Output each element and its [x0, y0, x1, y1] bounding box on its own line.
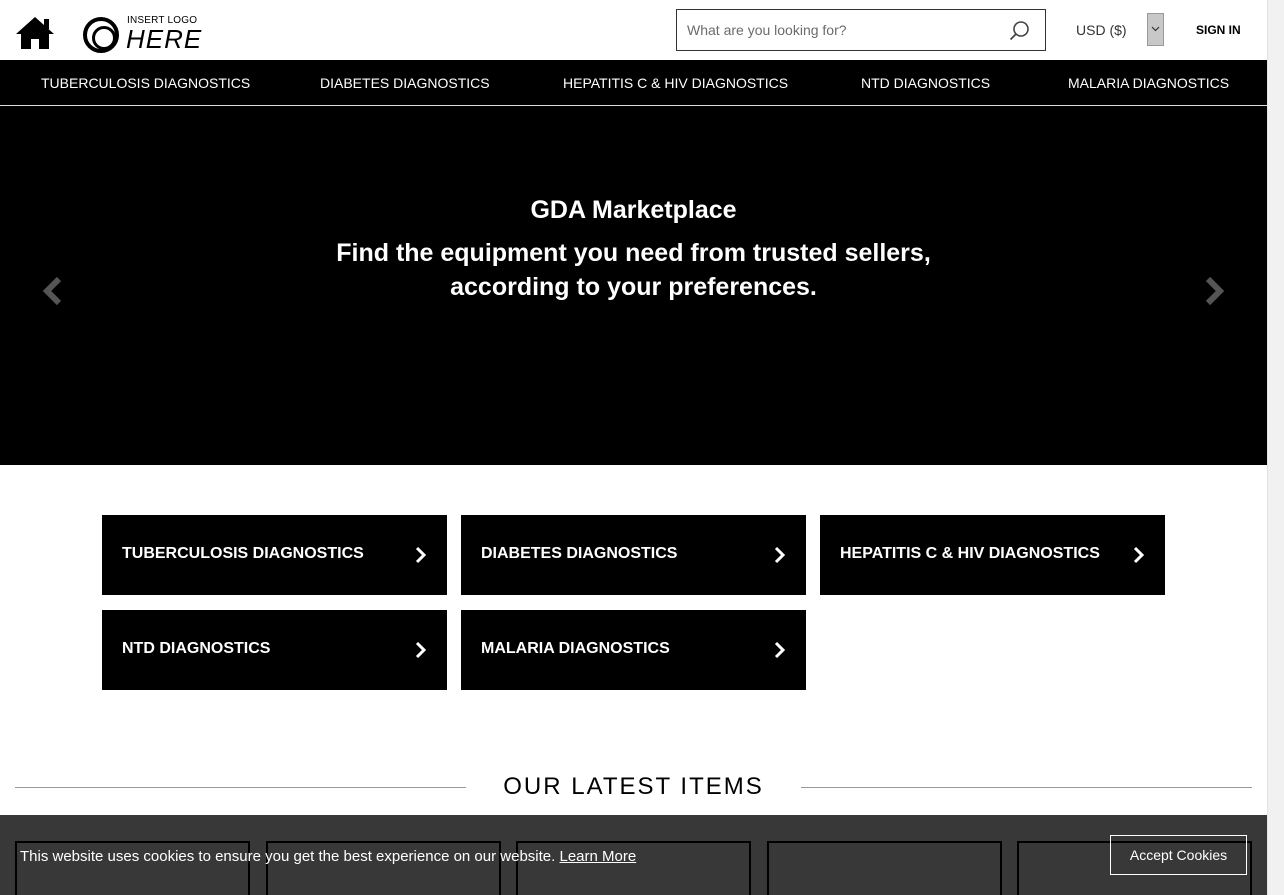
- hero-subtitle: Find the equipment you need from trusted…: [336, 239, 931, 301]
- main-nav: TUBERCULOSIS DIAGNOSTICS DIABETES DIAGNO…: [0, 60, 1267, 106]
- divider-right: [801, 787, 1252, 788]
- site-header: INSERT LOGO HERE USD ($) SIGN IN: [0, 0, 1267, 60]
- chevron-right-icon: [774, 641, 786, 659]
- carousel-prev-icon[interactable]: [41, 276, 65, 306]
- category-tile-malaria[interactable]: MALARIA DIAGNOSTICS: [461, 610, 806, 690]
- cookie-banner: This website uses cookies to ensure you …: [0, 815, 1267, 895]
- nav-item-ntd[interactable]: NTD DIAGNOSTICS: [861, 75, 990, 91]
- chevron-right-icon: [415, 546, 427, 564]
- search-icon[interactable]: [1009, 20, 1031, 42]
- currency-dropdown-button[interactable]: [1147, 13, 1164, 46]
- category-tile-label: TUBERCULOSIS DIAGNOSTICS: [122, 545, 364, 562]
- category-tile-label: DIABETES DIAGNOSTICS: [481, 545, 678, 562]
- hero-carousel: GDA Marketplace Find the equipment you n…: [0, 106, 1267, 465]
- category-tile-diabetes[interactable]: DIABETES DIAGNOSTICS: [461, 515, 806, 595]
- nav-item-malaria[interactable]: MALARIA DIAGNOSTICS: [1068, 75, 1229, 91]
- page-scrollbar[interactable]: [1267, 0, 1284, 895]
- chevron-right-icon: [415, 641, 427, 659]
- learn-more-link[interactable]: Learn More: [559, 848, 636, 865]
- nav-item-hepatitis-hiv[interactable]: HEPATITIS C & HIV DIAGNOSTICS: [563, 75, 788, 91]
- cookie-message: This website uses cookies to ensure you …: [20, 848, 636, 865]
- currency-selector-label[interactable]: USD ($): [1076, 22, 1127, 38]
- category-tile-label: NTD DIAGNOSTICS: [122, 640, 271, 657]
- logo-ring-icon: [83, 17, 119, 53]
- sign-in-link[interactable]: SIGN IN: [1196, 23, 1241, 37]
- category-tile-tuberculosis[interactable]: TUBERCULOSIS DIAGNOSTICS: [102, 515, 447, 595]
- category-tile-hepatitis-hiv[interactable]: HEPATITIS C & HIV DIAGNOSTICS: [820, 515, 1165, 595]
- hero-title: GDA Marketplace: [530, 196, 737, 224]
- site-logo[interactable]: INSERT LOGO HERE: [83, 14, 201, 54]
- carousel-next-icon[interactable]: [1202, 276, 1226, 306]
- logo-big-text: HERE: [126, 24, 203, 54]
- nav-item-diabetes[interactable]: DIABETES DIAGNOSTICS: [320, 75, 490, 91]
- category-tile-label: MALARIA DIAGNOSTICS: [481, 640, 670, 657]
- accept-cookies-button[interactable]: Accept Cookies: [1110, 835, 1247, 875]
- chevron-down-icon: [1151, 26, 1160, 32]
- home-icon[interactable]: [14, 15, 56, 51]
- chevron-right-icon: [1133, 546, 1145, 564]
- category-tile-label: HEPATITIS C & HIV DIAGNOSTICS: [840, 545, 1100, 562]
- search-input[interactable]: [687, 19, 997, 41]
- nav-item-tuberculosis[interactable]: TUBERCULOSIS DIAGNOSTICS: [41, 75, 250, 91]
- category-tile-ntd[interactable]: NTD DIAGNOSTICS: [102, 610, 447, 690]
- chevron-right-icon: [774, 546, 786, 564]
- cookie-message-text: This website uses cookies to ensure you …: [20, 848, 556, 865]
- search-box: [676, 9, 1046, 51]
